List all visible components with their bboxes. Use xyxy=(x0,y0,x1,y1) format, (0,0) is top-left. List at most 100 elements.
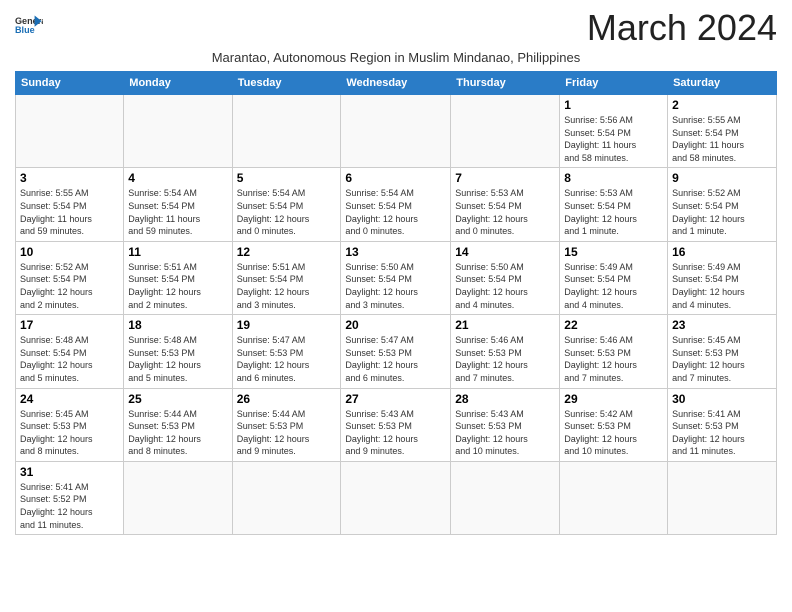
calendar-day-cell: 16Sunrise: 5:49 AMSunset: 5:54 PMDayligh… xyxy=(668,241,777,314)
calendar-day-cell: 7Sunrise: 5:53 AMSunset: 5:54 PMDaylight… xyxy=(451,168,560,241)
day-number: 1 xyxy=(564,98,663,112)
day-number: 6 xyxy=(345,171,446,185)
calendar-table: SundayMondayTuesdayWednesdayThursdayFrid… xyxy=(15,71,777,535)
calendar-week-row: 1 Sunrise: 5:56 AMSunset: 5:54 PMDaylight… xyxy=(16,95,777,168)
day-info: Sunrise: 5:55 AMSunset: 5:54 PMDaylight:… xyxy=(20,187,119,237)
calendar-day-cell: 18Sunrise: 5:48 AMSunset: 5:53 PMDayligh… xyxy=(124,315,232,388)
calendar-day-cell: 1 Sunrise: 5:56 AMSunset: 5:54 PMDaylight… xyxy=(560,95,668,168)
weekday-header-monday: Monday xyxy=(124,72,232,95)
title-area: March 2024 xyxy=(587,10,777,46)
day-number: 24 xyxy=(20,392,119,406)
calendar-day-cell: 31 Sunrise: 5:41 AMSunset: 5:52 PMDayligh… xyxy=(16,461,124,534)
day-number: 11 xyxy=(128,245,227,259)
day-info: Sunrise: 5:46 AMSunset: 5:53 PMDaylight:… xyxy=(564,334,663,384)
calendar-day-cell xyxy=(560,461,668,534)
calendar-day-cell xyxy=(16,95,124,168)
subtitle: Marantao, Autonomous Region in Muslim Mi… xyxy=(15,50,777,65)
calendar-day-cell: 25Sunrise: 5:44 AMSunset: 5:53 PMDayligh… xyxy=(124,388,232,461)
day-info: Sunrise: 5:47 AMSunset: 5:53 PMDaylight:… xyxy=(237,334,337,384)
day-number: 27 xyxy=(345,392,446,406)
calendar-week-row: 10 Sunrise: 5:52 AMSunset: 5:54 PMDayligh… xyxy=(16,241,777,314)
day-info: Sunrise: 5:50 AMSunset: 5:54 PMDaylight:… xyxy=(455,261,555,311)
calendar-day-cell xyxy=(341,95,451,168)
day-info: Sunrise: 5:43 AMSunset: 5:53 PMDaylight:… xyxy=(455,408,555,458)
calendar-day-cell xyxy=(451,95,560,168)
calendar-day-cell: 10 Sunrise: 5:52 AMSunset: 5:54 PMDayligh… xyxy=(16,241,124,314)
day-number: 20 xyxy=(345,318,446,332)
day-info: Sunrise: 5:50 AMSunset: 5:54 PMDaylight:… xyxy=(345,261,446,311)
day-info: Sunrise: 5:49 AMSunset: 5:54 PMDaylight:… xyxy=(564,261,663,311)
day-info: Sunrise: 5:51 AMSunset: 5:54 PMDaylight:… xyxy=(237,261,337,311)
calendar-day-cell xyxy=(124,95,232,168)
day-number: 16 xyxy=(672,245,772,259)
calendar-day-cell: 26Sunrise: 5:44 AMSunset: 5:53 PMDayligh… xyxy=(232,388,341,461)
day-info: Sunrise: 5:46 AMSunset: 5:53 PMDaylight:… xyxy=(455,334,555,384)
calendar-day-cell: 17 Sunrise: 5:48 AMSunset: 5:54 PMDayligh… xyxy=(16,315,124,388)
day-number: 22 xyxy=(564,318,663,332)
calendar-day-cell: 23 Sunrise: 5:45 AMSunset: 5:53 PMDayligh… xyxy=(668,315,777,388)
day-info: Sunrise: 5:43 AMSunset: 5:53 PMDaylight:… xyxy=(345,408,446,458)
day-number: 17 xyxy=(20,318,119,332)
calendar-day-cell xyxy=(232,461,341,534)
day-info: Sunrise: 5:44 AMSunset: 5:53 PMDaylight:… xyxy=(128,408,227,458)
weekday-header-friday: Friday xyxy=(560,72,668,95)
day-number: 7 xyxy=(455,171,555,185)
day-number: 23 xyxy=(672,318,772,332)
day-info: Sunrise: 5:42 AMSunset: 5:53 PMDaylight:… xyxy=(564,408,663,458)
day-info: Sunrise: 5:47 AMSunset: 5:53 PMDaylight:… xyxy=(345,334,446,384)
day-info: Sunrise: 5:44 AMSunset: 5:53 PMDaylight:… xyxy=(237,408,337,458)
calendar-week-row: 31 Sunrise: 5:41 AMSunset: 5:52 PMDayligh… xyxy=(16,461,777,534)
day-number: 9 xyxy=(672,171,772,185)
day-number: 12 xyxy=(237,245,337,259)
day-number: 14 xyxy=(455,245,555,259)
calendar-day-cell: 5 Sunrise: 5:54 AMSunset: 5:54 PMDaylight… xyxy=(232,168,341,241)
weekday-header-tuesday: Tuesday xyxy=(232,72,341,95)
day-info: Sunrise: 5:56 AMSunset: 5:54 PMDaylight:… xyxy=(564,114,663,164)
day-number: 8 xyxy=(564,171,663,185)
calendar-day-cell: 20 Sunrise: 5:47 AMSunset: 5:53 PMDayligh… xyxy=(341,315,451,388)
calendar-day-cell: 22 Sunrise: 5:46 AMSunset: 5:53 PMDayligh… xyxy=(560,315,668,388)
day-number: 2 xyxy=(672,98,772,112)
calendar-week-row: 3 Sunrise: 5:55 AMSunset: 5:54 PMDaylight… xyxy=(16,168,777,241)
day-info: Sunrise: 5:51 AMSunset: 5:54 PMDaylight:… xyxy=(128,261,227,311)
weekday-header-row: SundayMondayTuesdayWednesdayThursdayFrid… xyxy=(16,72,777,95)
calendar-week-row: 24Sunrise: 5:45 AMSunset: 5:53 PMDayligh… xyxy=(16,388,777,461)
calendar-day-cell: 4Sunrise: 5:54 AMSunset: 5:54 PMDaylight… xyxy=(124,168,232,241)
calendar-day-cell: 24Sunrise: 5:45 AMSunset: 5:53 PMDayligh… xyxy=(16,388,124,461)
calendar-day-cell: 30Sunrise: 5:41 AMSunset: 5:53 PMDayligh… xyxy=(668,388,777,461)
calendar-day-cell: 3 Sunrise: 5:55 AMSunset: 5:54 PMDaylight… xyxy=(16,168,124,241)
calendar-day-cell: 14 Sunrise: 5:50 AMSunset: 5:54 PMDayligh… xyxy=(451,241,560,314)
day-info: Sunrise: 5:41 AMSunset: 5:52 PMDaylight:… xyxy=(20,481,119,531)
day-number: 5 xyxy=(237,171,337,185)
calendar-day-cell: 9Sunrise: 5:52 AMSunset: 5:54 PMDaylight… xyxy=(668,168,777,241)
calendar-day-cell: 28Sunrise: 5:43 AMSunset: 5:53 PMDayligh… xyxy=(451,388,560,461)
weekday-header-saturday: Saturday xyxy=(668,72,777,95)
calendar-day-cell xyxy=(341,461,451,534)
calendar-day-cell: 12 Sunrise: 5:51 AMSunset: 5:54 PMDayligh… xyxy=(232,241,341,314)
calendar-day-cell: 21Sunrise: 5:46 AMSunset: 5:53 PMDayligh… xyxy=(451,315,560,388)
calendar-week-row: 17 Sunrise: 5:48 AMSunset: 5:54 PMDayligh… xyxy=(16,315,777,388)
day-info: Sunrise: 5:45 AMSunset: 5:53 PMDaylight:… xyxy=(672,334,772,384)
day-number: 18 xyxy=(128,318,227,332)
calendar-day-cell: 13Sunrise: 5:50 AMSunset: 5:54 PMDayligh… xyxy=(341,241,451,314)
day-info: Sunrise: 5:41 AMSunset: 5:53 PMDaylight:… xyxy=(672,408,772,458)
day-info: Sunrise: 5:48 AMSunset: 5:54 PMDaylight:… xyxy=(20,334,119,384)
day-info: Sunrise: 5:55 AMSunset: 5:54 PMDaylight:… xyxy=(672,114,772,164)
day-info: Sunrise: 5:54 AMSunset: 5:54 PMDaylight:… xyxy=(237,187,337,237)
calendar-day-cell xyxy=(124,461,232,534)
calendar-day-cell xyxy=(451,461,560,534)
day-number: 10 xyxy=(20,245,119,259)
calendar-day-cell: 6Sunrise: 5:54 AMSunset: 5:54 PMDaylight… xyxy=(341,168,451,241)
day-number: 31 xyxy=(20,465,119,479)
weekday-header-thursday: Thursday xyxy=(451,72,560,95)
logo: General Blue xyxy=(15,14,43,38)
svg-text:Blue: Blue xyxy=(15,25,35,35)
day-number: 4 xyxy=(128,171,227,185)
calendar-day-cell: 27 Sunrise: 5:43 AMSunset: 5:53 PMDayligh… xyxy=(341,388,451,461)
day-number: 19 xyxy=(237,318,337,332)
weekday-header-wednesday: Wednesday xyxy=(341,72,451,95)
calendar-day-cell: 15Sunrise: 5:49 AMSunset: 5:54 PMDayligh… xyxy=(560,241,668,314)
day-info: Sunrise: 5:52 AMSunset: 5:54 PMDaylight:… xyxy=(20,261,119,311)
calendar-day-cell: 19 Sunrise: 5:47 AMSunset: 5:53 PMDayligh… xyxy=(232,315,341,388)
day-number: 3 xyxy=(20,171,119,185)
